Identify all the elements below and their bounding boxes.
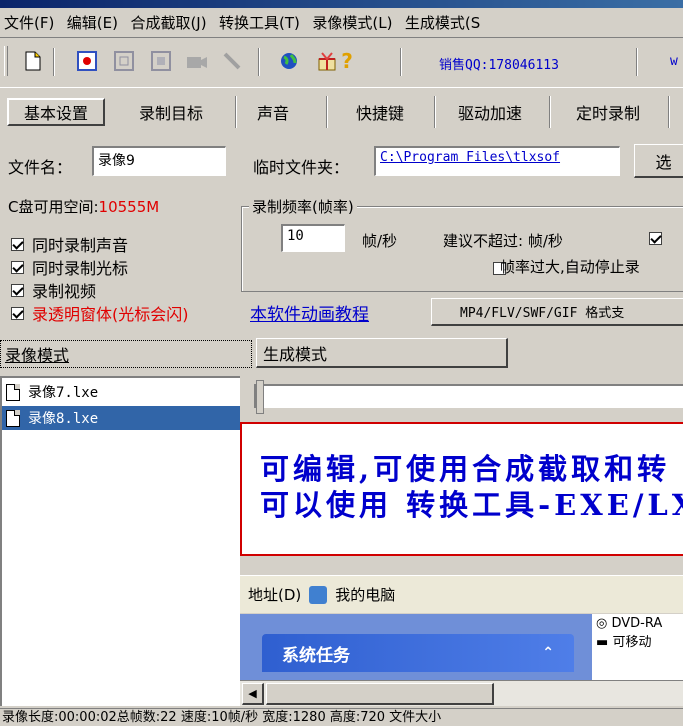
fps-unit: 帧/秒	[362, 232, 398, 250]
tab-scheduled-record[interactable]: 定时录制	[556, 98, 660, 126]
file-icon	[6, 409, 20, 427]
fps-suggest-text: 建议不超过: 帧/秒	[443, 232, 563, 250]
drive-item[interactable]: ▬ 可移动	[596, 631, 679, 650]
menu-record-mode[interactable]: 录像模式(L)	[308, 8, 396, 37]
new-file-icon[interactable]	[22, 50, 44, 72]
scroll-left-arrow-icon[interactable]: ◀	[242, 683, 264, 705]
list-item-label: 录像8.lxe	[28, 411, 99, 427]
tab-basic-settings[interactable]: 基本设置	[7, 98, 105, 126]
tab-record-mode[interactable]: 录像模式	[0, 340, 252, 368]
status-bar: 录像长度:00:00:02总帧数:22 速度:10帧/秒 宽度:1280 高度:…	[0, 708, 683, 726]
system-tasks-pane[interactable]: 系统任务 ⌃	[262, 634, 574, 672]
right-checkbox[interactable]	[649, 231, 662, 245]
globe-icon[interactable]	[278, 50, 300, 72]
file-icon	[6, 383, 20, 401]
menu-convert[interactable]: 转换工具(T)	[215, 8, 304, 37]
dvd-drive-icon: ◎	[596, 616, 608, 631]
browse-button[interactable]: 选	[634, 144, 683, 178]
tempdir-input[interactable]: C:\Program Files\tlxsof	[374, 146, 620, 176]
check-record-cursor-label: 同时录制光标	[32, 259, 129, 278]
collapse-chevron-icon[interactable]: ⌃	[542, 645, 554, 661]
toolbar: ? 销售QQ:178046113 w	[0, 38, 683, 88]
menu-edit[interactable]: 编辑(E)	[63, 8, 122, 37]
checkbox-record-sound[interactable]	[11, 237, 24, 251]
file-list: 录像7.lxe 录像8.lxe	[0, 376, 255, 706]
scrollbar-thumb[interactable]	[266, 683, 494, 705]
menu-generate-mode[interactable]: 生成模式(S	[401, 8, 484, 37]
list-item-label: 录像7.lxe	[28, 385, 99, 401]
gift-icon[interactable]	[316, 50, 338, 72]
tab-generate-mode[interactable]: 生成模式	[256, 338, 508, 368]
help-icon[interactable]: ?	[336, 49, 358, 73]
checkbox-transparent-window[interactable]	[11, 306, 24, 320]
checkbox-record-cursor[interactable]	[11, 260, 24, 274]
pause-icon[interactable]	[113, 50, 135, 72]
tab-driver-accel[interactable]: 驱动加速	[440, 98, 540, 126]
preview-text-box: 可编辑,可使用合成截取和转 可以使用 转换工具-EXE/LX	[240, 422, 683, 556]
filename-input[interactable]: 录像9	[92, 146, 226, 176]
title-bar	[0, 0, 683, 8]
check-transparent-window-label: 录透明窗体(光标会闪)	[32, 305, 189, 324]
check-record-cursor[interactable]: 同时录制光标	[11, 255, 128, 279]
settings-tabs: 基本设置 录制目标 声音 快捷键 驱动加速 定时录制	[0, 92, 683, 132]
menu-compose[interactable]: 合成截取(J)	[126, 8, 210, 37]
tab-sound[interactable]: 声音	[238, 98, 308, 126]
disk-space-label: C盘可用空间:	[8, 198, 99, 216]
checkbox-record-video[interactable]	[11, 283, 24, 297]
horizontal-scrollbar[interactable]: ◀	[240, 680, 683, 706]
camera-icon[interactable]	[186, 50, 208, 72]
fps-input[interactable]: 10	[281, 224, 345, 252]
removable-drive-icon: ▬	[596, 635, 609, 650]
fps-group-title: 录制频率(帧率)	[249, 196, 357, 217]
drive-item[interactable]: ◎ DVD-RA	[596, 616, 679, 631]
check-record-sound[interactable]: 同时录制声音	[11, 232, 128, 256]
disk-space-value: 10555M	[98, 198, 160, 216]
record-icon[interactable]	[76, 50, 98, 72]
explorer-area: 系统任务 ⌃ ◎ DVD-RA ▬ 可移动	[240, 614, 683, 680]
menu-bar: 文件(F) 编辑(E) 合成截取(J) 转换工具(T) 录像模式(L) 生成模式…	[0, 8, 683, 38]
system-tasks-title: 系统任务	[282, 645, 350, 666]
list-item-selected[interactable]: 录像8.lxe	[2, 406, 255, 430]
tab-record-target[interactable]: 录制目标	[120, 98, 222, 126]
drive-list: ◎ DVD-RA ▬ 可移动	[592, 614, 683, 680]
disk-space: C盘可用空间:10555M	[8, 196, 159, 217]
preview-line2: 可以使用 转换工具-EXE/LX	[260, 488, 683, 522]
check-record-video-label: 录制视频	[32, 282, 97, 301]
sales-qq-text: 销售QQ:178046113	[439, 58, 559, 73]
tempdir-label: 临时文件夹：	[253, 158, 350, 177]
list-item[interactable]: 录像7.lxe	[2, 380, 255, 404]
menu-file[interactable]: 文件(F)	[0, 8, 58, 37]
drive-item-label: 可移动	[612, 635, 652, 650]
check-record-video[interactable]: 录制视频	[11, 278, 96, 302]
stop-icon[interactable]	[150, 50, 172, 72]
format-support-button[interactable]: MP4/FLV/SWF/GIF 格式支	[431, 298, 683, 326]
auto-stop-label: 帧率过大,自动停止录	[500, 258, 640, 276]
timeline-slider[interactable]	[256, 380, 264, 414]
address-value: 我的电脑	[335, 586, 396, 604]
filename-label: 文件名：	[8, 158, 73, 177]
timeline-track[interactable]	[254, 384, 683, 408]
toolbar-grip	[4, 46, 8, 76]
tutorial-link[interactable]: 本软件动画教程	[250, 300, 369, 325]
drive-item-label: DVD-RA	[611, 616, 663, 631]
address-bar: 地址(D) 我的电脑	[240, 575, 683, 613]
toolbar-right-text: w	[670, 54, 678, 69]
pen-icon[interactable]	[222, 50, 244, 72]
computer-icon	[309, 585, 328, 604]
address-label: 地址(D)	[248, 586, 302, 604]
check-record-sound-label: 同时录制声音	[32, 236, 129, 255]
tab-hotkeys[interactable]: 快捷键	[335, 98, 425, 126]
preview-panel: 可编辑,可使用合成截取和转 可以使用 转换工具-EXE/LX 地址(D) 我的电…	[240, 376, 683, 706]
check-transparent-window[interactable]: 录透明窗体(光标会闪)	[11, 301, 189, 325]
